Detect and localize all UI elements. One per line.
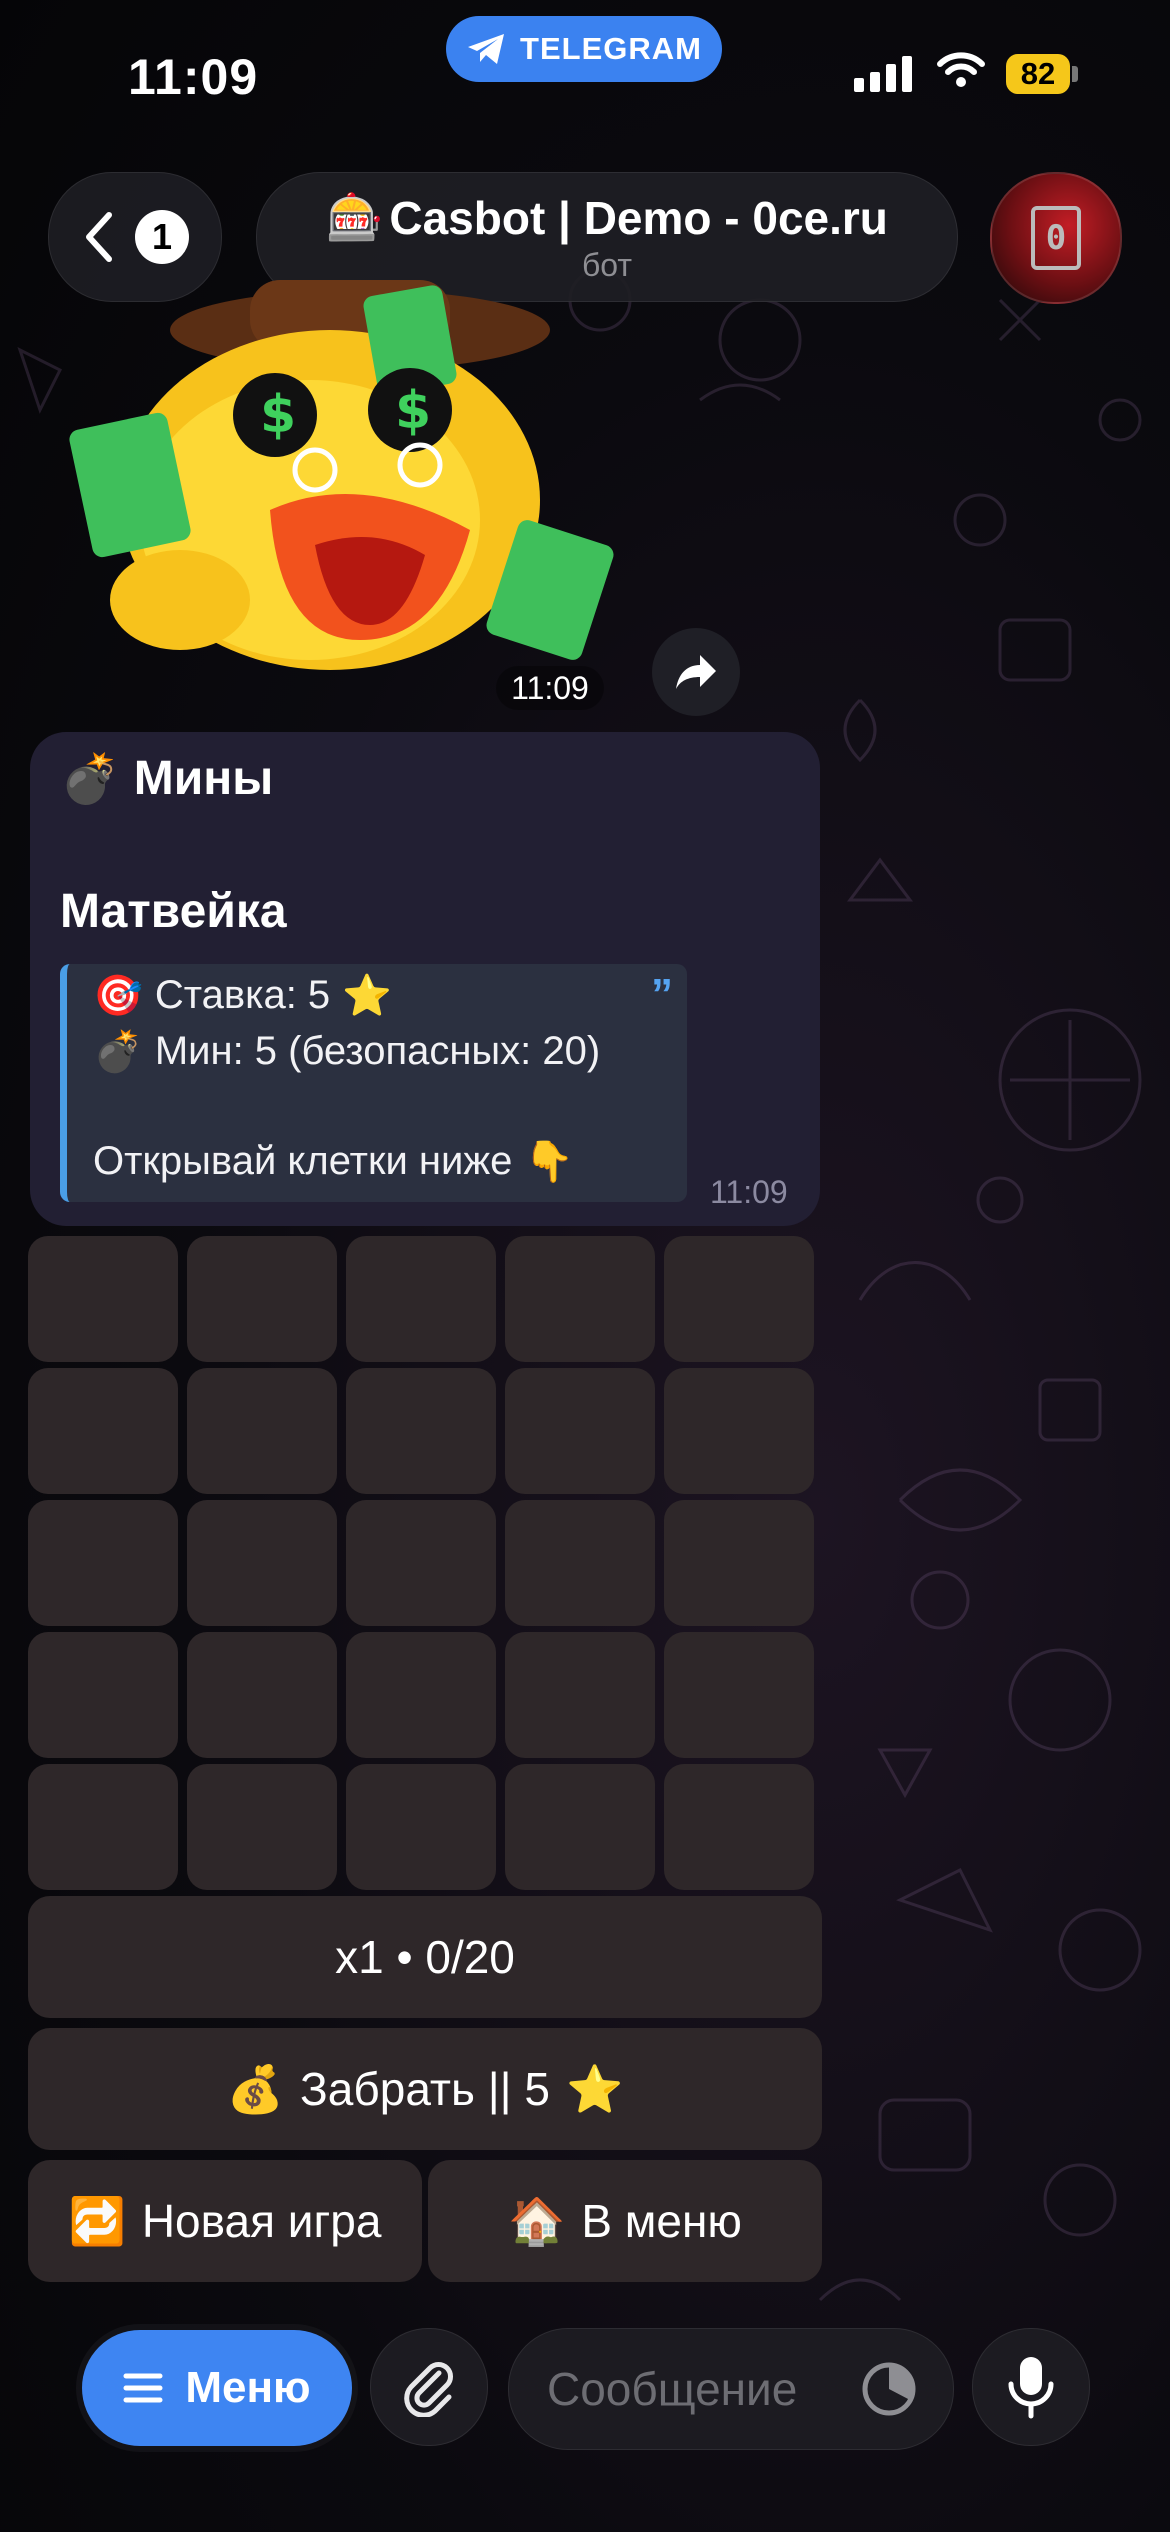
mine-cell[interactable] <box>346 1368 496 1494</box>
mine-cell[interactable] <box>664 1632 814 1758</box>
mine-cell[interactable] <box>664 1764 814 1890</box>
mine-cell[interactable] <box>28 1236 178 1362</box>
mine-cell[interactable] <box>28 1632 178 1758</box>
bomb-icon: 💣 <box>60 751 120 807</box>
mine-cell[interactable] <box>28 1500 178 1626</box>
chat-title-text: Casbot | Demo - 0ce.ru <box>389 191 888 244</box>
chevron-left-icon <box>86 212 112 262</box>
star-icon: ⭐ <box>342 973 392 1019</box>
avatar-text: 0 <box>1031 206 1081 270</box>
forward-button[interactable] <box>652 628 740 716</box>
mine-cell[interactable] <box>505 1236 655 1362</box>
target-icon: 🎯 <box>93 973 143 1019</box>
telegram-pill-label: TELEGRAM <box>520 31 702 66</box>
mine-cell[interactable] <box>664 1368 814 1494</box>
voice-button[interactable] <box>972 2328 1090 2446</box>
mine-cell[interactable] <box>664 1500 814 1626</box>
multiplier-text: x1 • 0/20 <box>335 1931 515 1983</box>
repeat-icon: 🔁 <box>68 2193 126 2248</box>
player-name: Матвейка <box>60 885 287 938</box>
chat-title: 🎰 Casbot | Demo - 0ce.ru <box>326 190 888 245</box>
quote-icon: ” <box>651 970 673 1019</box>
wifi-icon <box>937 52 985 87</box>
instruction-text: Открывай клетки ниже <box>93 1139 513 1183</box>
mine-cell[interactable] <box>505 1368 655 1494</box>
message-timestamp: 11:09 <box>710 1174 788 1210</box>
bot-avatar[interactable]: 0 <box>990 172 1122 304</box>
house-icon: 🏠 <box>508 2193 566 2248</box>
svg-text:$: $ <box>395 381 431 441</box>
mine-cell[interactable] <box>187 1368 337 1494</box>
microphone-icon <box>1008 2357 1054 2419</box>
cashout-text: Забрать || 5 <box>300 2063 550 2115</box>
mine-cell[interactable] <box>505 1500 655 1626</box>
mine-cell[interactable] <box>28 1368 178 1494</box>
telegram-plane-icon <box>468 34 505 64</box>
money-bag-icon: 💰 <box>226 2061 285 2116</box>
game-title-text: Мины <box>133 752 274 805</box>
svg-text:$: $ <box>260 385 296 445</box>
instruction-line: Открывай клетки ниже 👇 <box>93 1138 574 1185</box>
mines-text: Мин: 5 (безопасных: 20) <box>154 1029 601 1073</box>
timer-icon[interactable] <box>859 2359 919 2419</box>
duck-money-sticker[interactable]: $ $ <box>60 270 620 690</box>
new-game-text: Новая игра <box>141 2195 382 2247</box>
mine-cell[interactable] <box>346 1764 496 1890</box>
inline-keyboard <box>28 1236 822 1890</box>
bomb-icon: 💣 <box>93 1029 143 1075</box>
menu-button-label: Меню <box>185 2363 311 2412</box>
star-icon: ⭐ <box>565 2061 624 2116</box>
share-arrow-icon <box>676 655 716 689</box>
game-title: 💣 Мины <box>60 750 273 807</box>
battery-level: 82 <box>1006 54 1070 94</box>
status-time: 11:09 <box>128 49 259 105</box>
hamburger-icon <box>123 2373 163 2403</box>
mine-cell[interactable] <box>346 1632 496 1758</box>
mine-cell[interactable] <box>505 1632 655 1758</box>
battery-tip <box>1072 66 1078 82</box>
paperclip-icon <box>404 2362 453 2417</box>
mine-cell[interactable] <box>346 1500 496 1626</box>
unread-count-badge: 1 <box>135 210 189 264</box>
back-to-menu-text: В меню <box>581 2195 742 2247</box>
bot-menu-button[interactable]: Меню <box>82 2330 352 2446</box>
multiplier-button[interactable]: x1 • 0/20 <box>28 1896 822 2018</box>
slot-machine-icon: 🎰 <box>326 190 384 244</box>
pointing-down-icon: 👇 <box>524 1139 575 1185</box>
mines-grid <box>28 1236 822 1890</box>
telegram-pill[interactable]: TELEGRAM <box>446 16 722 82</box>
mine-cell[interactable] <box>664 1236 814 1362</box>
new-game-button[interactable]: 🔁 Новая игра <box>28 2160 422 2282</box>
signal-icon <box>854 56 912 92</box>
message-input-container <box>508 2328 954 2450</box>
mine-cell[interactable] <box>505 1764 655 1890</box>
mine-cell[interactable] <box>187 1632 337 1758</box>
sticker-timestamp: 11:09 <box>496 666 604 710</box>
mine-cell[interactable] <box>187 1236 337 1362</box>
mine-cell[interactable] <box>187 1764 337 1890</box>
mine-cell[interactable] <box>346 1236 496 1362</box>
cashout-button[interactable]: 💰 Забрать || 5 ⭐ <box>28 2028 822 2150</box>
bet-line: 🎯 Ставка: 5 ⭐ <box>93 972 392 1019</box>
message-input[interactable] <box>545 2361 859 2417</box>
back-to-menu-button[interactable]: 🏠 В меню <box>428 2160 822 2282</box>
mine-cell[interactable] <box>28 1764 178 1890</box>
bet-quote-block: ” 🎯 Ставка: 5 ⭐ 💣 Мин: 5 (безопасных: 20… <box>60 964 687 1202</box>
attach-button[interactable] <box>370 2328 488 2446</box>
bet-text: Ставка: 5 <box>154 973 331 1017</box>
mines-line: 💣 Мин: 5 (безопасных: 20) <box>93 1028 600 1075</box>
mine-cell[interactable] <box>187 1500 337 1626</box>
